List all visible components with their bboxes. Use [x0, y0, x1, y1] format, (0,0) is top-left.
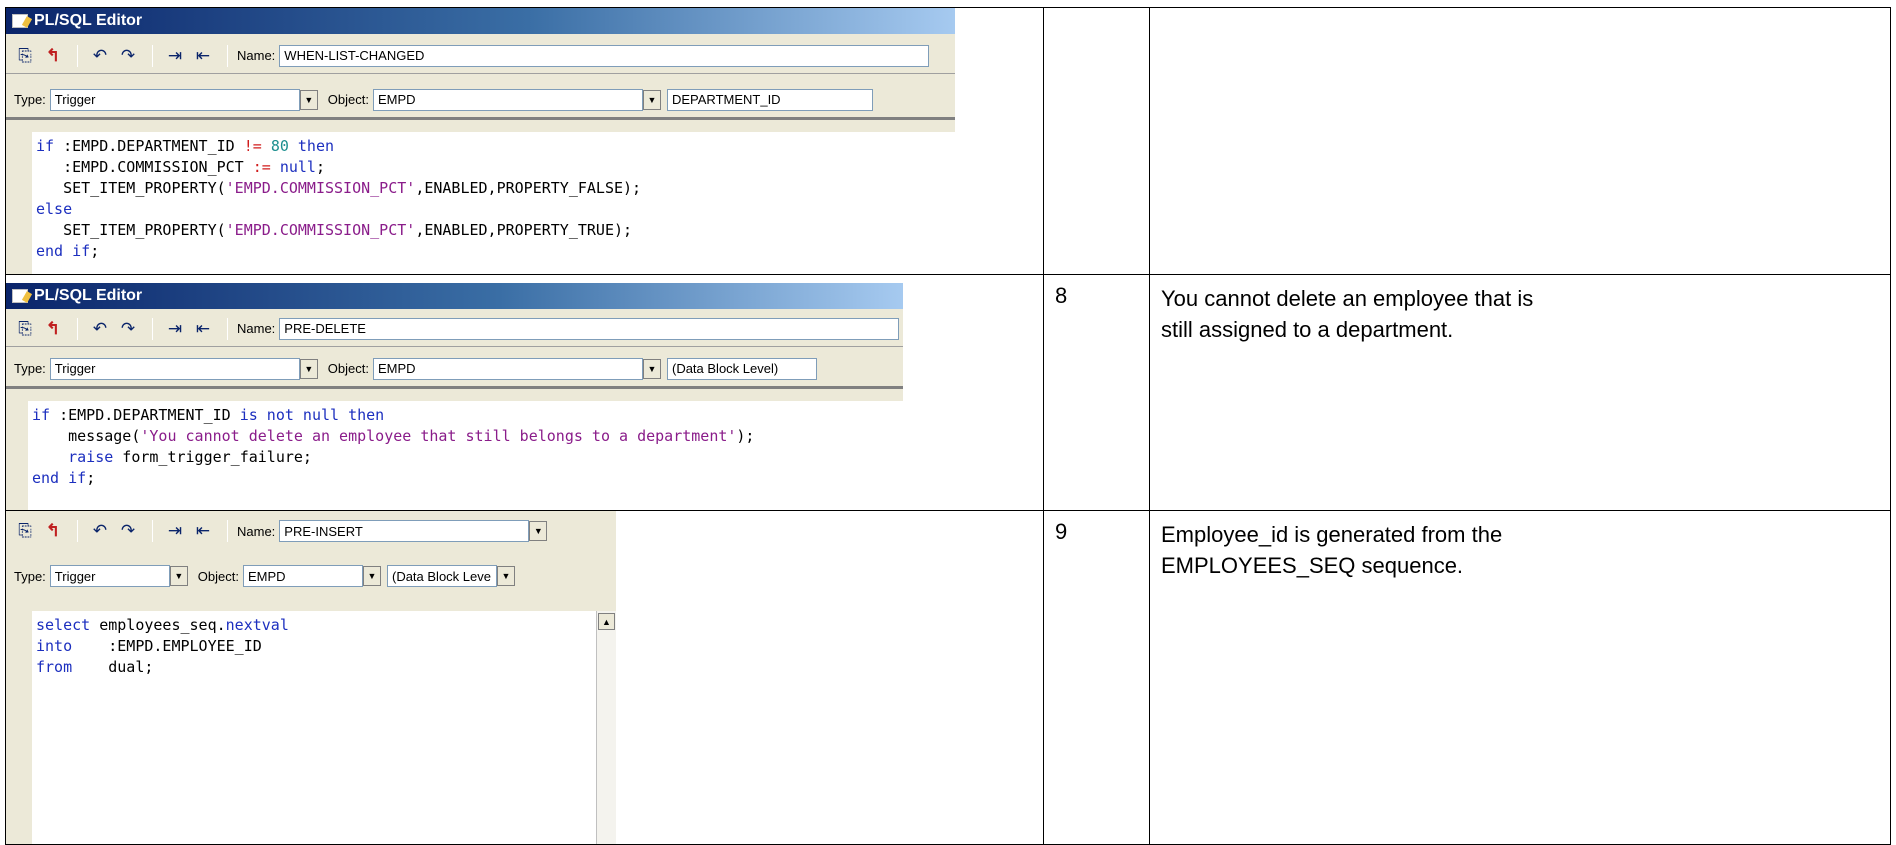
code-line: SET_ITEM_PROPERTY('EMPD.COMMISSION_PCT',… — [36, 221, 633, 239]
editor-title: PL/SQL Editor — [34, 287, 143, 304]
chevron-down-icon[interactable]: ▼ — [496, 566, 515, 586]
editor-type-row: Type: Trigger ▼ Object: EMPD ▼ (Data Blo… — [6, 351, 903, 389]
name-label: Name: — [237, 321, 276, 336]
object-label: Object: — [327, 92, 369, 107]
code-line: if :EMPD.DEPARTMENT_ID != 80 then — [36, 137, 335, 155]
type-label: Type: — [14, 361, 46, 376]
chevron-down-icon[interactable]: ▼ — [299, 89, 318, 110]
compile-icon[interactable]: ⎘ — [12, 519, 38, 543]
outdent-icon[interactable]: ⇤ — [190, 44, 216, 68]
indent-icon[interactable]: ⇥ — [162, 44, 188, 68]
undo-icon[interactable]: ↶ — [87, 317, 113, 341]
object-select[interactable]: EMPD — [242, 565, 363, 587]
step-number: 8 — [1055, 283, 1068, 308]
editor-toolbar: ⎘ ↰ ↶ ↷ ⇥ ⇤ Name: PRE-DELETE — [6, 311, 903, 347]
editor-titlebar: PL/SQL Editor — [6, 283, 903, 309]
code-line: end if; — [36, 242, 100, 260]
name-label: Name: — [237, 48, 276, 63]
undo-icon[interactable]: ↶ — [87, 519, 113, 543]
chevron-down-icon[interactable]: ▼ — [299, 358, 318, 379]
compile-icon[interactable]: ⎘ — [12, 44, 38, 68]
editor-toolbar: ⎘ ↰ ↶ ↷ ⇥ ⇤ Name: WHEN-LIST-CHANGED — [6, 38, 955, 74]
code-line: select employees_seq.nextval — [36, 616, 289, 634]
code-line: end if; — [32, 469, 96, 487]
trigger-name-field[interactable]: WHEN-LIST-CHANGED — [279, 44, 930, 67]
outdent-icon[interactable]: ⇤ — [190, 519, 216, 543]
table-column-divider — [1149, 7, 1150, 845]
scroll-up-icon[interactable]: ▲ — [598, 613, 615, 630]
level-select[interactable]: (Data Block Level) — [666, 357, 817, 380]
redo-icon[interactable]: ↷ — [115, 519, 141, 543]
code-area[interactable]: if :EMPD.DEPARTMENT_ID != 80 then :EMPD.… — [6, 132, 955, 274]
code-line: into :EMPD.EMPLOYEE_ID — [36, 637, 262, 655]
revert-icon[interactable]: ↰ — [40, 44, 66, 68]
level-select[interactable]: DEPARTMENT_ID — [666, 88, 873, 111]
type-label: Type: — [14, 92, 46, 107]
table-row-divider — [5, 274, 1891, 275]
code-line: :EMPD.COMMISSION_PCT := null; — [36, 158, 325, 176]
object-select[interactable]: EMPD — [372, 88, 643, 111]
chevron-down-icon[interactable]: ▼ — [362, 566, 381, 586]
step-description: You cannot delete an employee that is st… — [1161, 286, 1534, 342]
undo-icon[interactable]: ↶ — [87, 44, 113, 68]
type-select[interactable]: Trigger — [49, 88, 300, 111]
code-line: message('You cannot delete an employee t… — [32, 427, 755, 445]
revert-icon[interactable]: ↰ — [40, 317, 66, 341]
plsql-editor-pre-insert: ⎘ ↰ ↶ ↷ ⇥ ⇤ Name: PRE-INSERT ▼ Type: Tri… — [6, 511, 616, 844]
editor-window-icon — [12, 14, 28, 28]
editor-titlebar: PL/SQL Editor — [6, 8, 955, 34]
editor-window-icon — [12, 289, 28, 303]
type-label: Type: — [14, 568, 46, 584]
step-number: 9 — [1055, 519, 1068, 544]
type-select[interactable]: Trigger — [49, 565, 170, 587]
object-select[interactable]: EMPD — [372, 357, 643, 380]
code-scrollbar[interactable]: ▲ — [596, 611, 616, 844]
trigger-name-select[interactable]: PRE-INSERT — [279, 520, 530, 542]
object-label: Object: — [197, 568, 239, 584]
revert-icon[interactable]: ↰ — [40, 519, 66, 543]
code-line: raise form_trigger_failure; — [68, 448, 312, 466]
editor-toolbar: ⎘ ↰ ↶ ↷ ⇥ ⇤ Name: PRE-INSERT ▼ — [6, 513, 616, 549]
editor-title: PL/SQL Editor — [34, 12, 143, 29]
name-label: Name: — [237, 523, 276, 539]
type-select[interactable]: Trigger — [49, 357, 300, 380]
redo-icon[interactable]: ↷ — [115, 44, 141, 68]
plsql-editor-when-list-changed: PL/SQL Editor ⎘ ↰ ↶ ↷ ⇥ ⇤ Name: WHEN-LIS… — [6, 8, 955, 274]
chevron-down-icon[interactable]: ▼ — [169, 566, 188, 586]
code-line: from dual; — [36, 658, 154, 676]
chevron-down-icon[interactable]: ▼ — [529, 521, 548, 541]
step-description: Employee_id is generated from the EMPLOY… — [1161, 522, 1503, 578]
level-select[interactable]: (Data Block Leve — [386, 565, 497, 587]
code-line: SET_ITEM_PROPERTY('EMPD.COMMISSION_PCT',… — [36, 179, 642, 197]
editor-type-row: Type: Trigger ▼ Object: EMPD ▼ (Data Blo… — [6, 557, 616, 595]
plsql-editor-pre-delete: PL/SQL Editor ⎘ ↰ ↶ ↷ ⇥ ⇤ Name: PRE-DELE… — [6, 283, 903, 510]
compile-icon[interactable]: ⎘ — [12, 317, 38, 341]
table-column-divider — [1043, 7, 1044, 845]
object-label: Object: — [327, 361, 369, 376]
indent-icon[interactable]: ⇥ — [162, 519, 188, 543]
code-line: else — [36, 200, 73, 218]
code-line: if :EMPD.DEPARTMENT_ID is not null then — [32, 406, 385, 424]
chevron-down-icon[interactable]: ▼ — [642, 89, 661, 110]
table-border-right — [1890, 7, 1891, 845]
code-area[interactable]: if :EMPD.DEPARTMENT_ID is not null then … — [6, 401, 903, 510]
editor-type-row: Type: Trigger ▼ Object: EMPD ▼ DEPARTMEN… — [6, 82, 955, 120]
indent-icon[interactable]: ⇥ — [162, 317, 188, 341]
redo-icon[interactable]: ↷ — [115, 317, 141, 341]
chevron-down-icon[interactable]: ▼ — [642, 358, 661, 379]
trigger-name-field[interactable]: PRE-DELETE — [279, 317, 900, 340]
code-area[interactable]: select employees_seq.nextvalinto :EMPD.E… — [6, 611, 616, 844]
outdent-icon[interactable]: ⇤ — [190, 317, 216, 341]
